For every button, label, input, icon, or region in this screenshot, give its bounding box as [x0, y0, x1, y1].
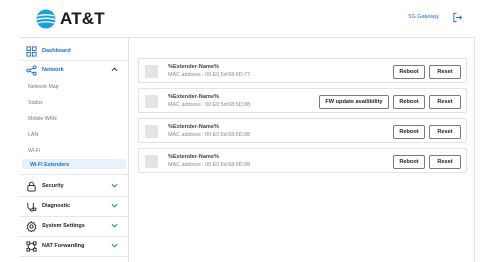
extender-card: %Extender-Name% MAC address : 00:E0:5d:6… [138, 58, 467, 83]
sidebar-subitem-status[interactable]: Status [28, 100, 43, 106]
reboot-button[interactable]: Reboot [393, 155, 425, 169]
top-bar: AT&T 5G Gateway [20, 0, 475, 38]
sidebar-item-label: Network [42, 67, 64, 73]
sidebar-divider [20, 256, 128, 257]
att-globe-icon [36, 9, 56, 29]
gateway-link[interactable]: 5G Gateway [408, 14, 439, 20]
extender-thumbnail [145, 95, 158, 108]
extender-mac: MAC address : 00:E0:5d:68:6D:88 [168, 102, 251, 108]
extender-card: %Extender-Name% MAC address : 00:E0:5d:6… [138, 118, 467, 143]
reboot-button[interactable]: Reboot [393, 95, 425, 109]
sidebar-item-nat-forwarding[interactable]: NAT Forwarding [20, 240, 128, 252]
sidebar-item-label: NAT Forwarding [42, 243, 85, 249]
reset-button[interactable]: Reset [429, 65, 461, 79]
reset-button[interactable]: Reset [429, 155, 461, 169]
chevron-down-icon[interactable] [111, 223, 118, 228]
extender-mac: MAC address : 00:E0:5d:68:6D:88 [168, 162, 251, 168]
extender-thumbnail [145, 65, 158, 78]
sidebar-item-network[interactable]: Network [20, 64, 128, 76]
chevron-up-icon[interactable] [111, 67, 118, 72]
extender-name: %Extender-Name% [168, 94, 219, 100]
extender-card: %Extender-Name% MAC address : 00:E0:5d:6… [138, 88, 467, 113]
dashboard-icon [26, 45, 37, 57]
sidebar-subitem-lan[interactable]: LAN [28, 132, 38, 138]
sidebar-item-dashboard[interactable]: Dashboard [20, 45, 128, 57]
reboot-button[interactable]: Reboot [393, 125, 425, 139]
chevron-down-icon[interactable] [111, 243, 118, 248]
extender-mac: MAC address : 00:E0:5d:68:6D:88 [168, 132, 251, 138]
sidebar-divider [20, 60, 128, 61]
sidebar-item-security[interactable]: Security [20, 180, 128, 192]
extender-name: %Extender-Name% [168, 124, 219, 130]
sidebar-subitem-wifi-extenders[interactable]: Wi-Fi Extenders [22, 159, 126, 169]
extender-name: %Extender-Name% [168, 154, 219, 160]
sidebar: Dashboard Network Network Map Status Mob… [20, 38, 129, 262]
extender-thumbnail [145, 155, 158, 168]
sidebar-item-label: Diagnostic [42, 203, 71, 209]
sidebar-divider [20, 216, 128, 217]
reset-button[interactable]: Reset [429, 95, 461, 109]
brand-name: AT&T [60, 9, 105, 28]
logout-icon[interactable] [452, 12, 463, 23]
sidebar-item-label: System Settings [42, 223, 85, 229]
sidebar-divider [20, 196, 128, 197]
sidebar-subitem-wifi[interactable]: Wi-Fi [28, 148, 40, 154]
sidebar-subitem-mobile-wan[interactable]: Mobile WAN [28, 116, 57, 122]
extender-card: %Extender-Name% MAC address : 00:E0:5d:6… [138, 148, 467, 173]
gear-icon [26, 220, 37, 232]
sidebar-divider [20, 174, 128, 175]
reboot-button[interactable]: Reboot [393, 65, 425, 79]
fw-update-button[interactable]: FW update availibility [319, 95, 389, 109]
nat-forwarding-icon [26, 240, 37, 252]
sidebar-item-system-settings[interactable]: System Settings [20, 220, 128, 232]
reset-button[interactable]: Reset [429, 125, 461, 139]
chevron-down-icon[interactable] [111, 183, 118, 188]
diagnostic-icon [27, 202, 37, 211]
brand-logo[interactable]: AT&T [36, 8, 105, 30]
sidebar-subitem-label: Wi-Fi Extenders [30, 161, 70, 168]
lock-icon [27, 181, 36, 192]
extender-thumbnail [145, 125, 158, 138]
network-icon [26, 64, 37, 76]
sidebar-divider [20, 236, 128, 237]
extender-mac: MAC address : 00:E0:5d:68:6D:77 [168, 72, 251, 78]
sidebar-item-label: Dashboard [42, 48, 71, 54]
sidebar-item-label: Security [42, 183, 64, 189]
extenders-list: %Extender-Name% MAC address : 00:E0:5d:6… [130, 38, 474, 262]
chevron-down-icon[interactable] [111, 203, 118, 208]
sidebar-item-diagnostic[interactable]: Diagnostic [20, 200, 128, 212]
sidebar-subitem-network-map[interactable]: Network Map [28, 84, 59, 90]
extender-name: %Extender-Name% [168, 64, 219, 70]
